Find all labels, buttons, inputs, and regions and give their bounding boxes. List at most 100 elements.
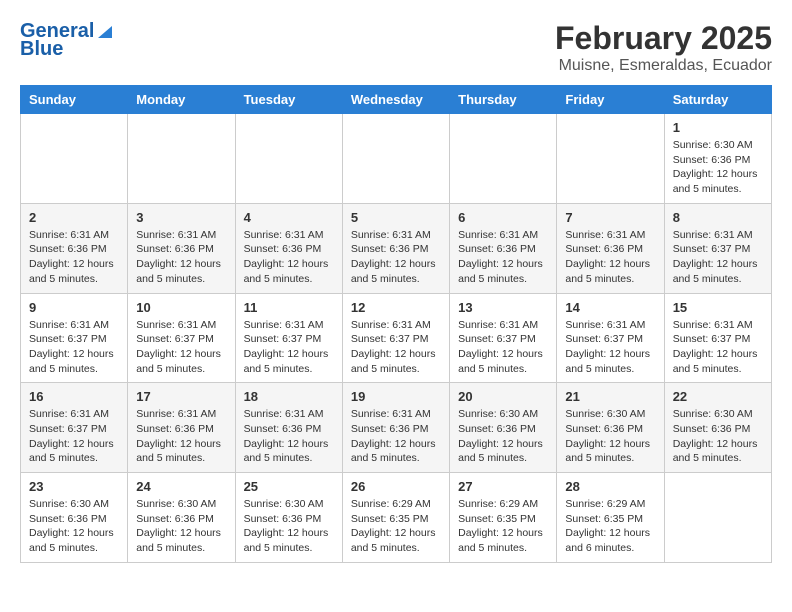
calendar-day-cell <box>128 114 235 204</box>
day-info: Sunrise: 6:31 AM Sunset: 6:37 PM Dayligh… <box>673 318 763 377</box>
calendar-day-cell: 14 Sunrise: 6:31 AM Sunset: 6:37 PM Dayli… <box>557 293 664 383</box>
day-info: Sunrise: 6:31 AM Sunset: 6:36 PM Dayligh… <box>565 228 655 287</box>
day-number: 18 <box>244 389 334 404</box>
calendar-day-header: Monday <box>128 86 235 114</box>
calendar-day-cell: 23 Sunrise: 6:30 AM Sunset: 6:36 PM Dayli… <box>21 473 128 563</box>
day-number: 14 <box>565 300 655 315</box>
day-info: Sunrise: 6:31 AM Sunset: 6:36 PM Dayligh… <box>29 228 119 287</box>
calendar-day-cell: 8 Sunrise: 6:31 AM Sunset: 6:37 PM Daylig… <box>664 203 771 293</box>
calendar-day-cell <box>235 114 342 204</box>
day-info: Sunrise: 6:30 AM Sunset: 6:36 PM Dayligh… <box>244 497 334 556</box>
calendar-table: SundayMondayTuesdayWednesdayThursdayFrid… <box>20 85 772 563</box>
calendar-day-cell: 16 Sunrise: 6:31 AM Sunset: 6:37 PM Dayli… <box>21 383 128 473</box>
day-info: Sunrise: 6:30 AM Sunset: 6:36 PM Dayligh… <box>29 497 119 556</box>
day-number: 6 <box>458 210 548 225</box>
day-number: 8 <box>673 210 763 225</box>
calendar-week-row: 16 Sunrise: 6:31 AM Sunset: 6:37 PM Dayli… <box>21 383 772 473</box>
calendar-day-header: Saturday <box>664 86 771 114</box>
calendar-day-cell: 10 Sunrise: 6:31 AM Sunset: 6:37 PM Dayli… <box>128 293 235 383</box>
calendar-day-cell: 18 Sunrise: 6:31 AM Sunset: 6:36 PM Dayli… <box>235 383 342 473</box>
day-info: Sunrise: 6:31 AM Sunset: 6:37 PM Dayligh… <box>673 228 763 287</box>
calendar-day-cell: 3 Sunrise: 6:31 AM Sunset: 6:36 PM Daylig… <box>128 203 235 293</box>
calendar-day-cell <box>450 114 557 204</box>
calendar-day-cell: 20 Sunrise: 6:30 AM Sunset: 6:36 PM Dayli… <box>450 383 557 473</box>
day-number: 1 <box>673 120 763 135</box>
day-info: Sunrise: 6:29 AM Sunset: 6:35 PM Dayligh… <box>351 497 441 556</box>
page-title: February 2025 <box>555 20 772 57</box>
calendar-day-cell: 17 Sunrise: 6:31 AM Sunset: 6:36 PM Dayli… <box>128 383 235 473</box>
day-info: Sunrise: 6:30 AM Sunset: 6:36 PM Dayligh… <box>673 138 763 197</box>
day-number: 27 <box>458 479 548 494</box>
page-subtitle: Muisne, Esmeraldas, Ecuador <box>555 57 772 75</box>
day-info: Sunrise: 6:31 AM Sunset: 6:36 PM Dayligh… <box>136 228 226 287</box>
calendar-day-cell <box>21 114 128 204</box>
day-info: Sunrise: 6:30 AM Sunset: 6:36 PM Dayligh… <box>565 407 655 466</box>
day-number: 26 <box>351 479 441 494</box>
day-number: 2 <box>29 210 119 225</box>
page-header: General Blue February 2025 Muisne, Esmer… <box>20 20 772 75</box>
calendar-day-cell: 6 Sunrise: 6:31 AM Sunset: 6:36 PM Daylig… <box>450 203 557 293</box>
calendar-day-cell: 1 Sunrise: 6:30 AM Sunset: 6:36 PM Daylig… <box>664 114 771 204</box>
calendar-day-cell: 21 Sunrise: 6:30 AM Sunset: 6:36 PM Dayli… <box>557 383 664 473</box>
day-number: 24 <box>136 479 226 494</box>
day-number: 21 <box>565 389 655 404</box>
calendar-day-cell: 9Sunrise: 6:31 AM Sunset: 6:37 PM Daylig… <box>21 293 128 383</box>
day-number: 28 <box>565 479 655 494</box>
logo-blue: Blue <box>20 38 114 60</box>
day-number: 23 <box>29 479 119 494</box>
day-info: Sunrise: 6:31 AM Sunset: 6:36 PM Dayligh… <box>136 407 226 466</box>
calendar-day-cell: 7 Sunrise: 6:31 AM Sunset: 6:36 PM Daylig… <box>557 203 664 293</box>
day-info: Sunrise: 6:31 AM Sunset: 6:37 PM Dayligh… <box>29 407 119 466</box>
day-info: Sunrise: 6:31 AM Sunset: 6:36 PM Dayligh… <box>351 228 441 287</box>
calendar-day-header: Wednesday <box>342 86 449 114</box>
day-info: Sunrise: 6:31 AM Sunset: 6:37 PM Dayligh… <box>458 318 548 377</box>
day-number: 17 <box>136 389 226 404</box>
day-number: 10 <box>136 300 226 315</box>
day-number: 4 <box>244 210 334 225</box>
logo: General Blue <box>20 20 114 60</box>
day-number: 13 <box>458 300 548 315</box>
day-info: Sunrise: 6:31 AM Sunset: 6:37 PM Dayligh… <box>136 318 226 377</box>
calendar-day-cell: 24 Sunrise: 6:30 AM Sunset: 6:36 PM Dayli… <box>128 473 235 563</box>
calendar-week-row: 9Sunrise: 6:31 AM Sunset: 6:37 PM Daylig… <box>21 293 772 383</box>
calendar-day-cell: 2 Sunrise: 6:31 AM Sunset: 6:36 PM Daylig… <box>21 203 128 293</box>
calendar-day-cell: 12 Sunrise: 6:31 AM Sunset: 6:37 PM Dayli… <box>342 293 449 383</box>
day-number: 20 <box>458 389 548 404</box>
day-info: Sunrise: 6:29 AM Sunset: 6:35 PM Dayligh… <box>565 497 655 556</box>
calendar-day-header: Thursday <box>450 86 557 114</box>
day-info: Sunrise: 6:31 AM Sunset: 6:36 PM Dayligh… <box>458 228 548 287</box>
day-number: 25 <box>244 479 334 494</box>
calendar-day-cell <box>342 114 449 204</box>
day-number: 3 <box>136 210 226 225</box>
day-info: Sunrise: 6:31 AM Sunset: 6:37 PM Dayligh… <box>244 318 334 377</box>
calendar-day-cell <box>664 473 771 563</box>
day-info: Sunrise: 6:30 AM Sunset: 6:36 PM Dayligh… <box>673 407 763 466</box>
day-number: 11 <box>244 300 334 315</box>
calendar-day-cell: 26 Sunrise: 6:29 AM Sunset: 6:35 PM Dayli… <box>342 473 449 563</box>
calendar-day-cell: 19 Sunrise: 6:31 AM Sunset: 6:36 PM Dayli… <box>342 383 449 473</box>
day-info: Sunrise: 6:31 AM Sunset: 6:36 PM Dayligh… <box>244 228 334 287</box>
day-number: 5 <box>351 210 441 225</box>
day-info: Sunrise: 6:31 AM Sunset: 6:37 PM Dayligh… <box>565 318 655 377</box>
calendar-week-row: 2 Sunrise: 6:31 AM Sunset: 6:36 PM Daylig… <box>21 203 772 293</box>
day-info: Sunrise: 6:31 AM Sunset: 6:36 PM Dayligh… <box>351 407 441 466</box>
calendar-day-cell: 22Sunrise: 6:30 AM Sunset: 6:36 PM Dayli… <box>664 383 771 473</box>
day-number: 16 <box>29 389 119 404</box>
calendar-day-header: Friday <box>557 86 664 114</box>
day-number: 12 <box>351 300 441 315</box>
day-number: 19 <box>351 389 441 404</box>
day-number: 15 <box>673 300 763 315</box>
calendar-day-header: Tuesday <box>235 86 342 114</box>
calendar-day-cell: 15 Sunrise: 6:31 AM Sunset: 6:37 PM Dayli… <box>664 293 771 383</box>
calendar-day-cell: 11 Sunrise: 6:31 AM Sunset: 6:37 PM Dayli… <box>235 293 342 383</box>
calendar-day-cell: 27 Sunrise: 6:29 AM Sunset: 6:35 PM Dayli… <box>450 473 557 563</box>
calendar-week-row: 1 Sunrise: 6:30 AM Sunset: 6:36 PM Daylig… <box>21 114 772 204</box>
day-info: Sunrise: 6:29 AM Sunset: 6:35 PM Dayligh… <box>458 497 548 556</box>
day-info: Sunrise: 6:31 AM Sunset: 6:36 PM Dayligh… <box>244 407 334 466</box>
day-info: Sunrise: 6:30 AM Sunset: 6:36 PM Dayligh… <box>458 407 548 466</box>
day-info: Sunrise: 6:30 AM Sunset: 6:36 PM Dayligh… <box>136 497 226 556</box>
day-info: Sunrise: 6:31 AM Sunset: 6:37 PM Dayligh… <box>351 318 441 377</box>
calendar-week-row: 23 Sunrise: 6:30 AM Sunset: 6:36 PM Dayli… <box>21 473 772 563</box>
day-number: 7 <box>565 210 655 225</box>
calendar-day-cell <box>557 114 664 204</box>
